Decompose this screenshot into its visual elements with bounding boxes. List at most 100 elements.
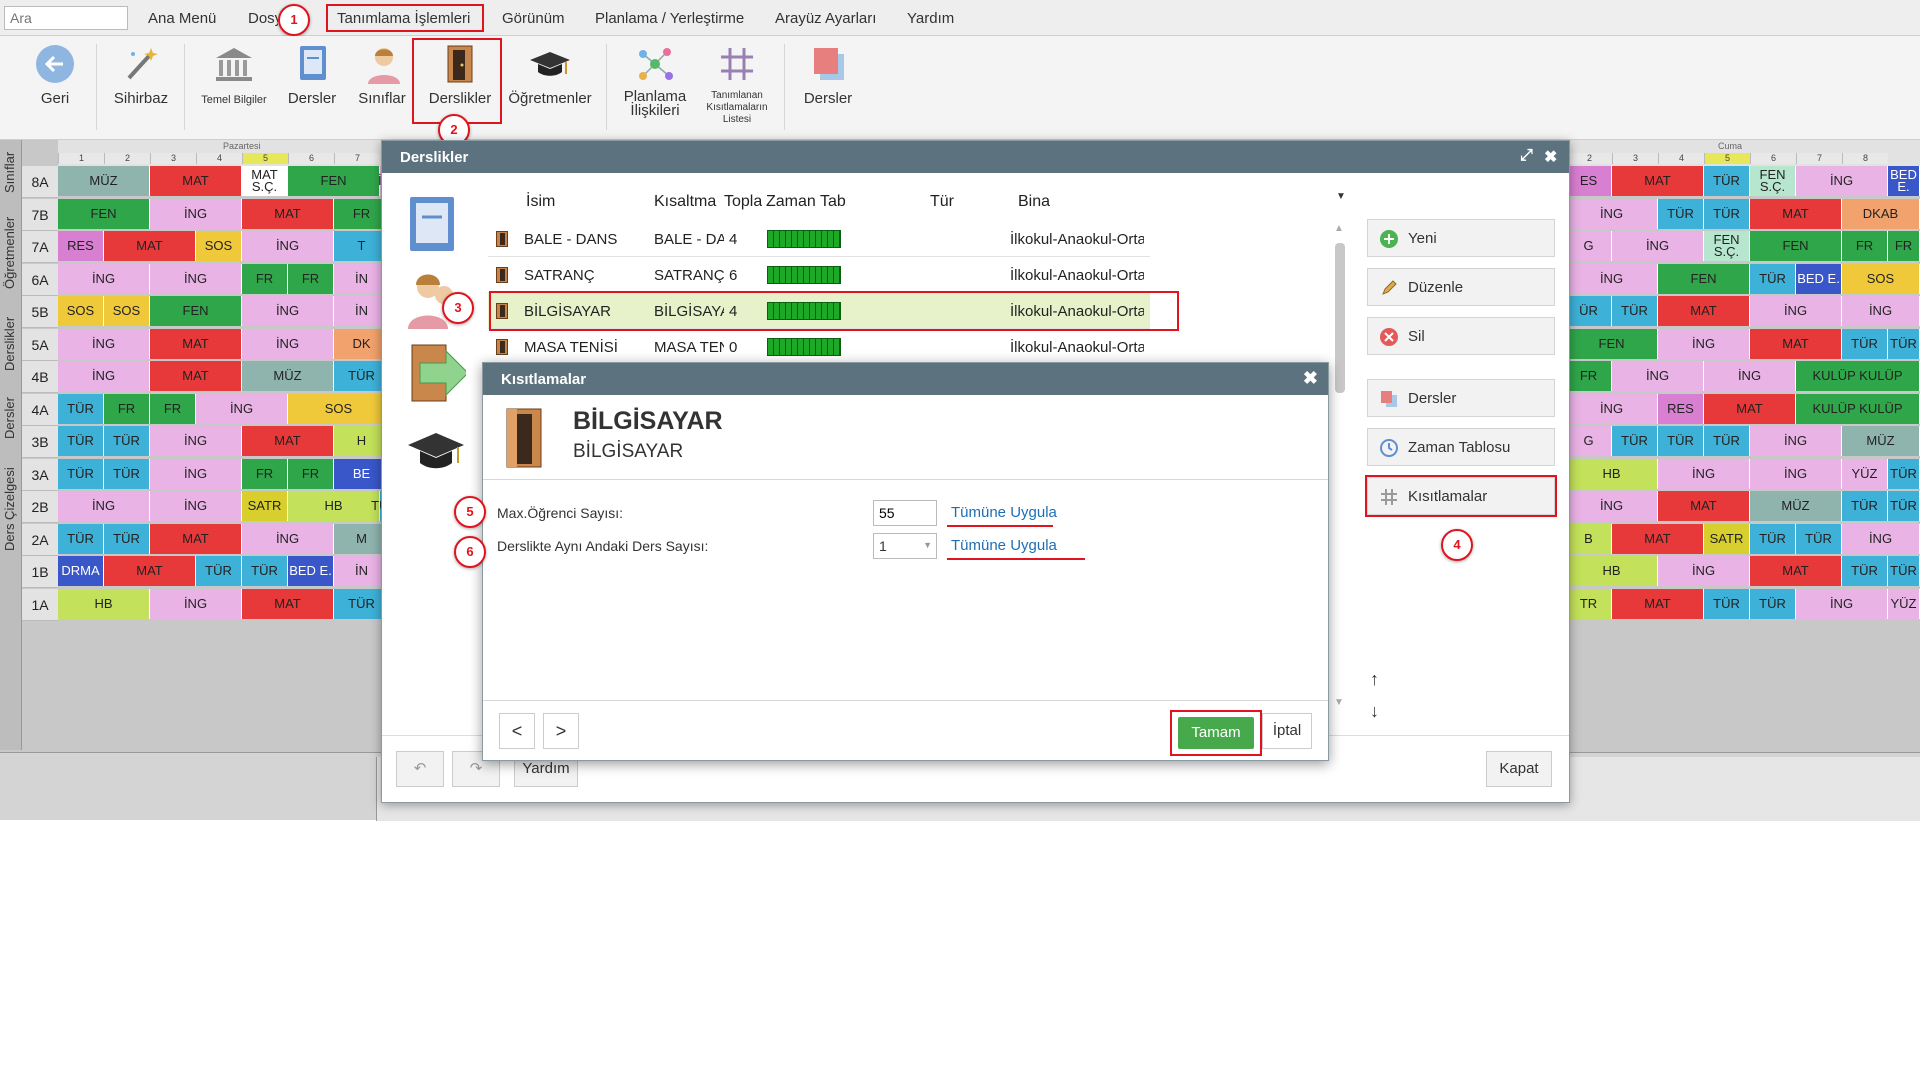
lesson-cell[interactable]: TÜR — [1888, 328, 1920, 359]
lesson-cell[interactable]: İNG — [150, 426, 242, 456]
lesson-cell[interactable]: MAT — [150, 361, 242, 391]
class-row-label[interactable]: 4B — [22, 361, 58, 393]
class-row-label[interactable]: 6A — [22, 263, 58, 296]
lesson-cell[interactable]: İNG — [58, 328, 150, 359]
table-row[interactable]: BALE - DANS BALE - DA 4 İlkokul-Anaokul-… — [488, 221, 1150, 257]
lesson-cell[interactable]: SOS — [1842, 263, 1920, 294]
lesson-cell[interactable]: SATR — [242, 491, 288, 521]
lesson-cell[interactable]: İNG — [1612, 231, 1704, 261]
lesson-cell[interactable]: ES — [1566, 166, 1612, 196]
graduation-cap-icon[interactable] — [406, 425, 466, 477]
lesson-cell[interactable]: MAT S.Ç. — [242, 166, 288, 196]
lesson-cell[interactable]: BED E. — [288, 556, 334, 586]
lesson-cell[interactable]: İNG — [1842, 296, 1920, 326]
class-row-label[interactable]: 3A — [22, 458, 58, 491]
class-row-label[interactable]: 2B — [22, 491, 58, 523]
lesson-cell[interactable]: FR — [288, 458, 334, 489]
lesson-cell[interactable]: FR — [1842, 231, 1888, 261]
lesson-cell[interactable]: MAT — [104, 231, 196, 261]
lesson-cell[interactable]: TÜR — [1658, 198, 1704, 229]
class-row-label[interactable]: 7A — [22, 231, 58, 263]
lesson-cell[interactable]: TÜR — [104, 458, 150, 489]
book-icon[interactable] — [406, 195, 458, 255]
lesson-cell[interactable]: İNG — [150, 491, 242, 521]
lesson-cell[interactable]: MÜZ — [1842, 426, 1920, 456]
lesson-cell[interactable]: FEN S.Ç. — [1704, 231, 1750, 261]
lesson-cell[interactable]: FR — [150, 393, 196, 424]
lesson-cell[interactable]: İNG — [1796, 588, 1888, 619]
lesson-cell[interactable]: MAT — [1612, 166, 1704, 196]
col-head-tur[interactable]: Tür — [930, 193, 954, 211]
lesson-cell[interactable]: TÜR — [104, 426, 150, 456]
delete-button[interactable]: Sil — [1367, 317, 1555, 355]
menu-arayuz-ayarlari[interactable]: Arayüz Ayarları — [775, 10, 876, 27]
table-row[interactable]: SATRANÇ SATRANÇ 6 İlkokul-Anaokul-Orta — [488, 257, 1150, 293]
lesson-cell[interactable]: MAT — [1612, 588, 1704, 619]
lesson-cell[interactable]: TÜR — [1704, 166, 1750, 196]
side-tab-dersler[interactable]: Dersler — [2, 388, 20, 448]
menu-gorunum[interactable]: Görünüm — [502, 10, 565, 27]
lesson-cell[interactable]: B — [1566, 523, 1612, 554]
class-row-label[interactable]: 4A — [22, 393, 58, 426]
lesson-cell[interactable]: TÜR — [1704, 588, 1750, 619]
apply-all-link-2[interactable]: Tümüne Uygula — [951, 537, 1057, 554]
lesson-cell[interactable]: TÜR — [58, 393, 104, 424]
lesson-cell[interactable]: FR — [288, 263, 334, 294]
defined-constraints-button[interactable]: Tanımlanan Kısıtlamaların Listesi — [700, 44, 774, 126]
lesson-cell[interactable]: MAT — [242, 426, 334, 456]
back-button[interactable]: Geri — [30, 44, 80, 107]
move-up-icon[interactable]: ↑ — [1370, 669, 1379, 690]
lesson-cell[interactable]: SATR — [1704, 523, 1750, 554]
door-arrow-icon[interactable] — [406, 339, 466, 405]
lesson-cell[interactable]: İNG — [150, 458, 242, 489]
lesson-cell[interactable]: İNG — [242, 231, 334, 261]
lessons-dialog-button[interactable]: Dersler — [1367, 379, 1555, 417]
lesson-cell[interactable]: TÜR — [58, 426, 104, 456]
lesson-cell[interactable]: MÜZ — [58, 166, 150, 196]
lesson-cell[interactable]: FR — [242, 263, 288, 294]
cancel-button[interactable]: İptal — [1262, 713, 1312, 749]
lesson-cell[interactable]: TÜR — [58, 458, 104, 489]
lesson-cell[interactable]: İNG — [58, 361, 150, 391]
lesson-cell[interactable]: TÜR — [196, 556, 242, 586]
next-button[interactable]: > — [543, 713, 579, 749]
planning-relations-button[interactable]: Planlama İlişkileri — [614, 44, 696, 118]
lesson-cell[interactable]: MAT — [1658, 296, 1750, 326]
basic-info-button[interactable]: Temel Bilgiler — [192, 44, 276, 106]
lesson-cell[interactable]: İNG — [196, 393, 288, 424]
lesson-cell[interactable]: TÜR — [242, 556, 288, 586]
lesson-cell[interactable]: İNG — [1658, 458, 1750, 489]
lesson-cell[interactable]: TÜR — [58, 523, 104, 554]
lesson-cell[interactable]: TÜR — [1888, 556, 1920, 586]
lesson-cell[interactable]: TÜR — [104, 523, 150, 554]
close-icon[interactable]: ✖ — [1544, 147, 1557, 167]
close-icon[interactable]: ✖ — [1303, 368, 1318, 389]
scrollbar-thumb[interactable] — [1335, 243, 1345, 393]
col-head-isim[interactable]: İsim — [526, 193, 555, 211]
lesson-cell[interactable]: MAT — [1612, 523, 1704, 554]
lesson-cell[interactable]: KULÜP KULÜP — [1796, 393, 1920, 424]
lesson-cell[interactable]: İNG — [1612, 361, 1704, 391]
lesson-cell[interactable]: YÜZ — [1842, 458, 1888, 489]
class-row-label[interactable]: 3B — [22, 426, 58, 458]
lesson-cell[interactable]: DRMA — [58, 556, 104, 586]
lesson-cell[interactable]: FEN — [1658, 263, 1750, 294]
class-row-label[interactable]: 1A — [22, 588, 58, 621]
lesson-cell[interactable]: DKAB — [1842, 198, 1920, 229]
lesson-cell[interactable]: SOS — [104, 296, 150, 326]
new-button[interactable]: Yeni — [1367, 219, 1555, 257]
lesson-cell[interactable]: TÜR — [1888, 491, 1920, 521]
lesson-cell[interactable]: SOS — [58, 296, 104, 326]
lesson-cell[interactable]: SOS — [196, 231, 242, 261]
lesson-cell[interactable]: MAT — [1658, 491, 1750, 521]
lessons-button[interactable]: Dersler — [282, 44, 342, 107]
lesson-cell[interactable]: TÜR — [1796, 523, 1842, 554]
close-button[interactable]: Kapat — [1486, 751, 1552, 787]
lesson-cell[interactable]: FEN S.Ç. — [1750, 166, 1796, 196]
lesson-cell[interactable]: TÜR — [1612, 426, 1658, 456]
class-row-label[interactable]: 2A — [22, 523, 58, 556]
menu-yardim[interactable]: Yardım — [907, 10, 954, 27]
scroll-up-icon[interactable]: ▲ — [1334, 223, 1344, 234]
lesson-cell[interactable]: BED E. — [1888, 166, 1920, 196]
col-head-zaman-tablosu[interactable]: Zaman Tab — [766, 193, 848, 211]
